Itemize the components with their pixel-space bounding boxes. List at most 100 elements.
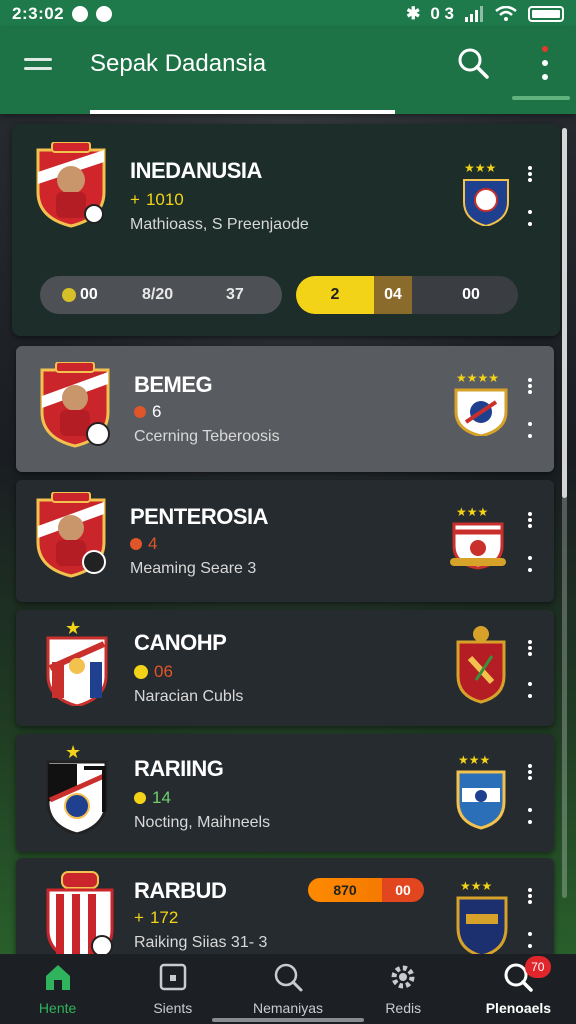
signal-text: 0 3 xyxy=(430,4,454,23)
notification-icon xyxy=(72,6,89,22)
tab-indicator xyxy=(90,110,395,114)
team-card[interactable]: ★ RARIING 14 Nocting, Maihneels ★★★ xyxy=(16,734,554,852)
score-pill[interactable]: 870 00 xyxy=(308,878,424,902)
nav-settings[interactable]: Redis xyxy=(346,954,461,1024)
opponent-crest-icon: ★★★ xyxy=(448,505,508,570)
search-icon xyxy=(274,963,303,992)
star-icon: + xyxy=(134,908,144,927)
nav-label: Sients xyxy=(153,1000,193,1016)
team-stat-value: 4 xyxy=(148,534,158,553)
team-card[interactable]: ★ CANOHP 06 Naracian Cubls xyxy=(16,610,554,726)
ball-icon xyxy=(134,406,146,418)
team-card[interactable]: BEMEG 6 Ccerning Teberoosis ★★★★ xyxy=(16,346,554,472)
card-action-icon[interactable] xyxy=(526,808,534,824)
team-subtitle: Meaming Seare 3 xyxy=(130,560,257,577)
team-crest-icon xyxy=(34,491,108,578)
card-menu-icon[interactable] xyxy=(526,764,534,780)
team-card[interactable]: PENTEROSIA 4 Meaming Seare 3 ★★★ xyxy=(16,480,554,602)
nav-profile[interactable]: 70 Plenoaels xyxy=(461,954,576,1024)
bottom-navigation: Hente Sients Nemaniyas Redis 70 Plenoael… xyxy=(0,954,576,1024)
score-value: 04 xyxy=(374,276,412,314)
notification-icons xyxy=(72,6,113,22)
card-menu-icon[interactable] xyxy=(526,512,534,528)
team-subtitle: Naracian Cubls xyxy=(134,688,244,705)
menu-icon[interactable] xyxy=(24,58,52,78)
score-pill-right[interactable]: 2 04 00 xyxy=(296,276,518,314)
search-icon[interactable] xyxy=(456,46,490,80)
signal-icon xyxy=(465,6,483,22)
ball-icon xyxy=(134,665,148,679)
app-bar: Sepak Dadansia xyxy=(0,28,576,114)
team-stat-value: 14 xyxy=(152,788,171,807)
stats-icon xyxy=(159,963,187,991)
status-bar: 2:3:02 ✱ 0 3 xyxy=(0,0,576,28)
score-value: 8/20 xyxy=(142,286,174,303)
team-name: PENTEROSIA xyxy=(130,504,269,529)
card-action-icon[interactable] xyxy=(526,556,534,572)
nav-search[interactable]: Nemaniyas xyxy=(230,954,345,1024)
svg-text:★★★: ★★★ xyxy=(458,754,490,767)
team-name: RARIING xyxy=(134,756,224,781)
battery-icon xyxy=(528,6,564,22)
team-crest-icon: ★ xyxy=(44,742,110,836)
svg-text:★★★: ★★★ xyxy=(464,162,496,175)
team-name: RARBUD xyxy=(134,878,227,903)
nav-home[interactable]: Hente xyxy=(0,954,115,1024)
team-stat: 14 xyxy=(134,788,171,808)
svg-text:★: ★ xyxy=(65,742,81,763)
team-subtitle: Nocting, Maihneels xyxy=(134,814,271,831)
opponent-crest-icon: ★★★★ xyxy=(450,371,512,438)
team-stat-value: 6 xyxy=(152,402,162,421)
ball-icon xyxy=(134,792,146,804)
opponent-crest-icon: ★★★ xyxy=(454,879,510,958)
team-name: BEMEG xyxy=(134,372,213,397)
svg-text:★★★: ★★★ xyxy=(460,880,492,893)
team-subtitle: Raiking Siias 31- 3 xyxy=(134,934,268,951)
nav-stats[interactable]: Sients xyxy=(115,954,230,1024)
appbar-decoration xyxy=(512,96,570,100)
team-stat: + 172 xyxy=(134,908,178,928)
nav-label: Plenoaels xyxy=(485,1000,552,1016)
team-crest-icon xyxy=(38,361,112,448)
home-indicator xyxy=(212,1018,364,1022)
featured-team-card[interactable]: INEDANUSIA + 1010 Mathioass, S Preenjaod… xyxy=(12,124,560,336)
scrollbar-thumb[interactable] xyxy=(562,128,567,498)
team-stat: 6 xyxy=(134,402,161,422)
nav-label: Redis xyxy=(385,1000,422,1016)
score-value: 00 xyxy=(462,286,480,303)
card-menu-icon[interactable] xyxy=(526,166,534,182)
nav-label: Nemaniyas xyxy=(252,1000,324,1016)
star-icon: + xyxy=(130,190,140,209)
team-name: CANOHP xyxy=(134,630,227,655)
nav-label: Hente xyxy=(38,1000,77,1016)
svg-text:★★★★: ★★★★ xyxy=(456,372,499,385)
svg-text:★: ★ xyxy=(65,618,81,639)
team-stat: + 1010 xyxy=(130,190,184,210)
card-action-icon[interactable] xyxy=(526,422,534,438)
card-action-icon[interactable] xyxy=(526,210,534,226)
notification-badge: 70 xyxy=(524,956,551,978)
coin-icon xyxy=(62,288,76,302)
opponent-crest-icon xyxy=(454,624,508,704)
card-action-icon[interactable] xyxy=(526,682,534,698)
score-value: 870 xyxy=(308,878,382,902)
bluetooth-icon: ✱ xyxy=(406,4,421,23)
scrollbar[interactable] xyxy=(562,128,567,898)
card-menu-icon[interactable] xyxy=(526,378,534,394)
card-action-icon[interactable] xyxy=(526,932,534,948)
team-subtitle: Ccerning Teberoosis xyxy=(134,428,280,445)
overflow-menu-icon[interactable] xyxy=(538,46,552,80)
home-icon xyxy=(45,965,70,990)
team-stat-value: 06 xyxy=(154,662,173,681)
team-name: INEDANUSIA xyxy=(130,158,262,183)
svg-text:★★★: ★★★ xyxy=(456,506,488,519)
score-value: 00 xyxy=(80,286,98,303)
score-pill-left[interactable]: 00 8/20 37 xyxy=(40,276,282,314)
app-title: Sepak Dadansia xyxy=(90,50,267,77)
opponent-crest-icon: ★★★ xyxy=(454,753,508,830)
card-menu-icon[interactable] xyxy=(526,640,534,656)
opponent-crest-icon: ★★★ xyxy=(458,161,514,228)
card-menu-icon[interactable] xyxy=(526,888,534,904)
team-stat-value: 1010 xyxy=(145,190,184,209)
score-value: 00 xyxy=(382,878,424,902)
